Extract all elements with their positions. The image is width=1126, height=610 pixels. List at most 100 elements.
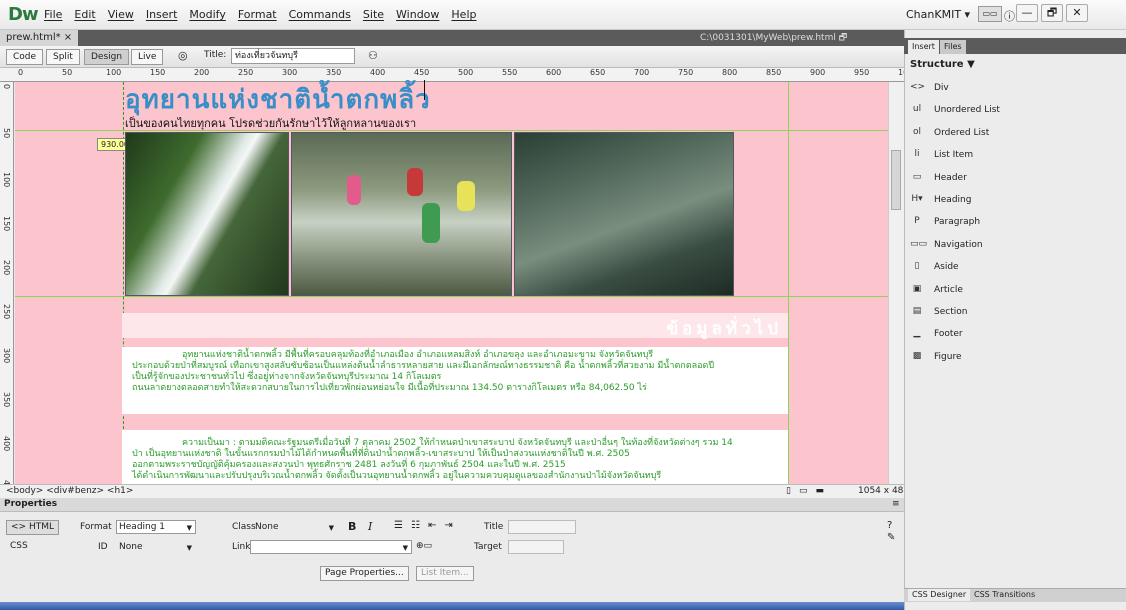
menu-edit[interactable]: Edit — [74, 8, 95, 21]
menu-site[interactable]: Site — [363, 8, 384, 21]
chevron-down-icon: ▾ — [964, 8, 971, 21]
insert-item-ordered-list[interactable]: ol Ordered List — [910, 127, 989, 139]
insert-item-footer[interactable]: ▁ Footer — [910, 328, 963, 340]
menu-format[interactable]: Format — [238, 8, 277, 21]
close-icon[interactable]: ✕ — [1066, 4, 1088, 22]
restore-icon[interactable]: 🗗 — [1041, 4, 1063, 22]
properties-title: Properties — [0, 498, 904, 512]
link-input[interactable] — [250, 540, 412, 554]
insert-item-list-item[interactable]: li List Item — [910, 149, 973, 161]
tab-insert[interactable]: Insert — [908, 40, 939, 54]
ordered-list-icon[interactable]: ☷ — [411, 520, 420, 531]
indent-icon[interactable]: ⇥ — [444, 520, 452, 531]
ruler-mark: 300 — [282, 68, 298, 77]
help-icon[interactable]: ? — [887, 520, 892, 531]
insert-item-heading[interactable]: H▾ Heading — [910, 194, 971, 206]
split-view-button[interactable]: Split — [46, 49, 80, 65]
ruler-mark: 200 — [194, 68, 210, 77]
italic-button[interactable]: I — [368, 520, 372, 533]
vertical-ruler — [0, 82, 14, 484]
info-icon[interactable]: ⓘ — [1004, 8, 1015, 24]
id-select[interactable]: None — [116, 540, 196, 554]
outdent-icon[interactable]: ⇤ — [428, 520, 436, 531]
code-view-button[interactable]: Code — [6, 49, 44, 65]
ruler-mark: 600 — [546, 68, 562, 77]
paragraph-2[interactable]: ความเป็นมา : ตามมติคณะรัฐมนตรีเมื่อวันที… — [132, 438, 782, 482]
menu-commands[interactable]: Commands — [289, 8, 351, 21]
insert-item-paragraph[interactable]: P Paragraph — [910, 216, 980, 228]
workspace-layout-icon[interactable]: ▭▭ — [978, 6, 1002, 22]
restore-doc-icon[interactable]: 🗗 — [839, 33, 847, 43]
target-select[interactable] — [508, 540, 564, 554]
live-view-button[interactable]: Live — [131, 49, 164, 65]
html-mode-button[interactable]: <> HTML — [6, 520, 59, 535]
tab-close-icon[interactable]: × — [64, 32, 72, 43]
format-select[interactable]: Heading 1 — [116, 520, 196, 534]
target-label: Target — [474, 542, 502, 552]
list-buttons: ☰ ☷ ⇤ ⇥ — [394, 520, 453, 531]
link-tools-icon[interactable]: ⊕▭ — [416, 541, 432, 551]
document-tab[interactable]: prew.html* × — [0, 30, 79, 46]
right-panel — [904, 30, 1126, 610]
ruler-mark: 0 — [2, 84, 11, 90]
fish-pond-photo[interactable] — [514, 132, 734, 296]
insert-item-navigation[interactable]: ▭▭ Navigation — [910, 239, 983, 251]
waterfall-photo[interactable] — [125, 132, 289, 296]
window-size[interactable]: 1054 x 485 — [858, 486, 909, 496]
validate-icon[interactable]: ⚇ — [368, 49, 378, 62]
vertical-scrollbar[interactable] — [888, 82, 904, 484]
mobile-size-icon[interactable]: ▯ — [786, 486, 791, 496]
bold-button[interactable]: B — [348, 520, 356, 533]
ruler-mark: 950 — [854, 68, 870, 77]
menu-modify[interactable]: Modify — [189, 8, 225, 21]
insert-item-article[interactable]: ▣ Article — [910, 284, 963, 296]
title-prop-label: Title — [484, 522, 504, 532]
desktop-size-icon[interactable]: ▬ — [815, 486, 824, 496]
tablet-size-icon[interactable]: ▭ — [799, 486, 808, 496]
insert-item-aside[interactable]: ▯ Aside — [910, 261, 959, 273]
quick-tag-edit-icon[interactable]: ✎ — [887, 532, 895, 543]
tab-css-transitions[interactable]: CSS Transitions — [970, 589, 1039, 601]
ruler-mark: 700 — [634, 68, 650, 77]
menu-insert[interactable]: Insert — [146, 8, 178, 21]
menu-window[interactable]: Window — [396, 8, 439, 21]
menu-view[interactable]: View — [108, 8, 134, 21]
minimize-icon[interactable]: — — [1016, 4, 1038, 22]
tab-css-designer[interactable]: CSS Designer — [908, 589, 971, 601]
insert-item-div[interactable]: <> Div — [910, 82, 949, 94]
insert-item-figure[interactable]: ▩ Figure — [910, 351, 962, 363]
paragraph-1[interactable]: อุทยานแห่งชาติน้ำตกพลิ้ว มีพื้นที่ครอบคล… — [132, 350, 782, 394]
design-view-button[interactable]: Design — [84, 49, 130, 65]
ruler-mark: 0 — [18, 68, 24, 77]
user-menu[interactable]: ChanKMIT ▾ — [906, 8, 970, 21]
insert-item-header[interactable]: ▭ Header — [910, 172, 967, 184]
people-in-stream-photo[interactable] — [291, 132, 512, 296]
page-properties-button[interactable]: Page Properties... — [320, 566, 409, 581]
title-prop-input[interactable] — [508, 520, 576, 534]
class-select[interactable]: None — [252, 520, 338, 534]
paragraph-1-line: เป็นที่รู้จักของประชาชนทั่วไป ซึ่งอยู่ห่… — [132, 372, 442, 382]
panel-menu-icon[interactable]: ≡ — [892, 499, 900, 509]
preview-globe-icon[interactable]: ◎ — [178, 49, 188, 62]
menu-help[interactable]: Help — [451, 8, 476, 21]
ruler-mark: 200 — [2, 260, 11, 276]
ruler-mark: 400 — [370, 68, 386, 77]
chevron-down-icon: ▼ — [967, 59, 975, 70]
menu-file[interactable]: File — [44, 8, 62, 21]
tab-files[interactable]: Files — [940, 40, 966, 54]
insert-item-unordered-list[interactable]: ul Unordered List — [910, 104, 1000, 116]
unordered-list-icon[interactable]: ☰ — [394, 520, 403, 531]
device-size-icons: ▯ ▭ ▬ — [786, 486, 824, 496]
insert-item-label: Figure — [934, 351, 962, 362]
css-mode-button[interactable]: CSS — [6, 540, 32, 555]
section-title[interactable]: ข้อมูลทั่วไป — [666, 315, 782, 342]
list-item-button[interactable]: List Item... — [416, 566, 474, 581]
ruler-mark: 500 — [458, 68, 474, 77]
ruler-mark: 450 — [414, 68, 430, 77]
title-input[interactable]: ท่องเที่ยวจันทบุรี — [231, 48, 355, 64]
tag-selector[interactable]: <body> <div#benz> <h1> — [6, 486, 133, 496]
insert-category-select[interactable]: Structure ▼ — [910, 59, 975, 70]
insert-item-section[interactable]: ▤ Section — [910, 306, 968, 318]
scrollbar-thumb[interactable] — [891, 150, 901, 210]
aside-icon: ▯ — [914, 261, 920, 272]
